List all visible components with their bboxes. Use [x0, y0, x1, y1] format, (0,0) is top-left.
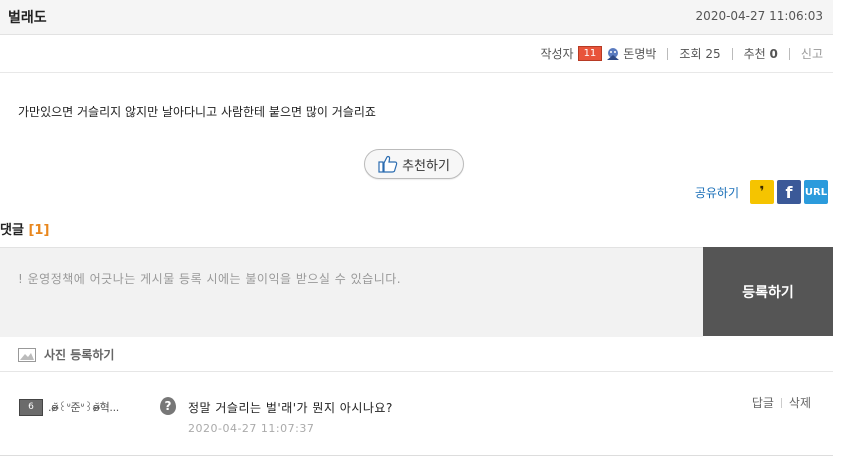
comments-title: 댓글 [1] — [0, 219, 49, 238]
comments-count: [1] — [28, 223, 50, 238]
image-icon — [18, 347, 36, 362]
question-icon: ? — [160, 397, 176, 415]
views-label: 조회 — [679, 47, 702, 61]
author-name[interactable]: 돈명박 — [623, 45, 656, 62]
post-title: 벌래도 — [8, 10, 47, 26]
post-datetime: 2020-04-27 11:06:03 — [695, 9, 823, 23]
url-icon[interactable]: URL — [804, 180, 828, 204]
comment-time: 2020-04-27 11:07:37 — [188, 422, 315, 435]
reply-button[interactable]: 답글 — [752, 394, 774, 411]
delete-button[interactable]: 삭제 — [789, 394, 811, 411]
commenter-level-badge: 6 — [19, 399, 43, 416]
share-label: 공유하기 — [694, 185, 739, 200]
post-header: 벌래도 2020-04-27 11:06:03 — [0, 0, 833, 35]
divider — [780, 397, 782, 408]
author-level-badge: 11 — [577, 46, 603, 61]
divider — [667, 47, 669, 60]
recommend-count: 0 — [769, 46, 778, 61]
recommend-button-label: 추천하기 — [402, 157, 450, 173]
comment-actions: 답글 삭제 — [752, 394, 811, 411]
views-count: 25 — [705, 46, 721, 61]
comment-text: 정말 거슬리는 벌'래'가 뭔지 아시나요? — [188, 401, 393, 415]
photo-upload-button[interactable]: 사진 등록하기 — [18, 346, 114, 363]
comment-placeholder: ! 운영정책에 어긋나는 게시물 등록 시에는 불이익을 받으실 수 있습니다. — [18, 272, 402, 286]
post-meta: 작성자 11 돈명박 조회 25 추천 0 신고 — [0, 35, 833, 73]
comment-input[interactable]: ! 운영정책에 어긋나는 게시물 등록 시에는 불이익을 받으실 수 있습니다. — [0, 247, 703, 337]
author-avatar-icon — [605, 47, 621, 61]
comments-title-label: 댓글 — [0, 223, 24, 238]
facebook-icon[interactable]: f — [777, 180, 801, 204]
author-label: 작성자 — [540, 47, 574, 61]
commenter-name[interactable]: .ʚ̴̶̷̆꒰ᐡ준ᐡ꒱ʚ̴̶̷̆혁... — [48, 399, 119, 415]
share-bar: 공유하기 ❜ f URL — [695, 180, 828, 204]
kakaostory-icon[interactable]: ❜ — [750, 180, 774, 204]
comment-submit-button[interactable]: 등록하기 — [703, 247, 833, 336]
divider — [788, 47, 790, 60]
recommend-button[interactable]: 추천하기 — [364, 149, 464, 179]
divider — [731, 47, 733, 60]
report-link[interactable]: 신고 — [801, 45, 823, 62]
thumbs-up-icon — [378, 155, 398, 173]
post-content: 가만있으면 거슬리지 않지만 날아다니고 사람한테 붙으면 많이 거슬리죠 — [18, 105, 376, 119]
photo-upload-label: 사진 등록하기 — [44, 348, 115, 362]
comment-item: 6 .ʚ̴̶̷̆꒰ᐡ준ᐡ꒱ʚ̴̶̷̆혁... ? 정말 거슬리는 벌'래'가 뭔… — [0, 372, 833, 456]
recommend-label: 추천 — [743, 47, 766, 61]
